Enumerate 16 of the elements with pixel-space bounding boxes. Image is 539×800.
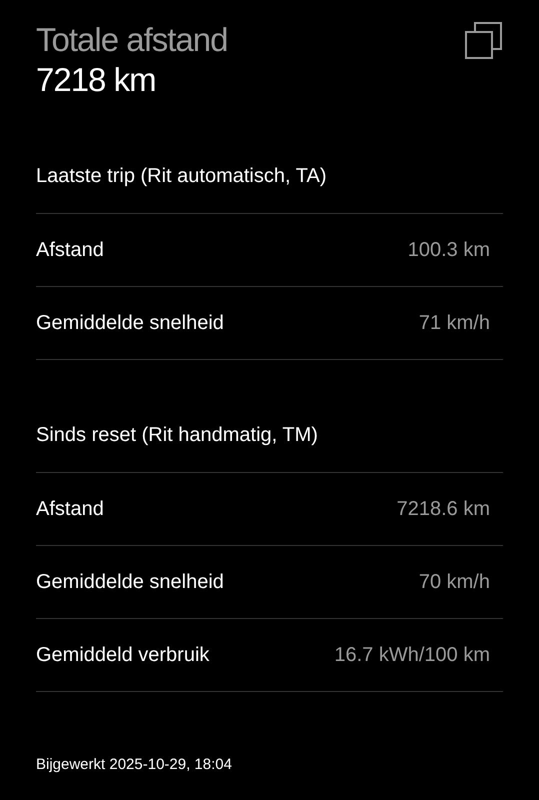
row-value: 7218.6 km xyxy=(396,498,490,520)
section-title: Sinds reset (Rit handmatig, TM) xyxy=(36,424,318,447)
section-title: Laatste trip (Rit automatisch, TA) xyxy=(36,165,326,188)
copy-icon[interactable] xyxy=(465,22,503,60)
row-label: Gemiddeld verbruik xyxy=(36,644,210,666)
title: Totale afstand xyxy=(36,20,228,60)
updated-text: Bijgewerkt 2025-10-29, 18:04 xyxy=(36,755,233,775)
row-label: Afstand xyxy=(36,238,104,262)
row-label: Afstand xyxy=(36,498,104,520)
row-value: 70 km/h xyxy=(418,570,490,594)
row-label: Gemiddelde snelheid xyxy=(36,312,224,334)
total-distance: 7218 km xyxy=(36,60,157,100)
row-value: 16.7 kWh/100 km xyxy=(334,644,490,666)
row-value: 71 km/h xyxy=(418,312,490,334)
row-label: Gemiddelde snelheid xyxy=(36,570,224,594)
row-value: 100.3 km xyxy=(408,238,490,262)
